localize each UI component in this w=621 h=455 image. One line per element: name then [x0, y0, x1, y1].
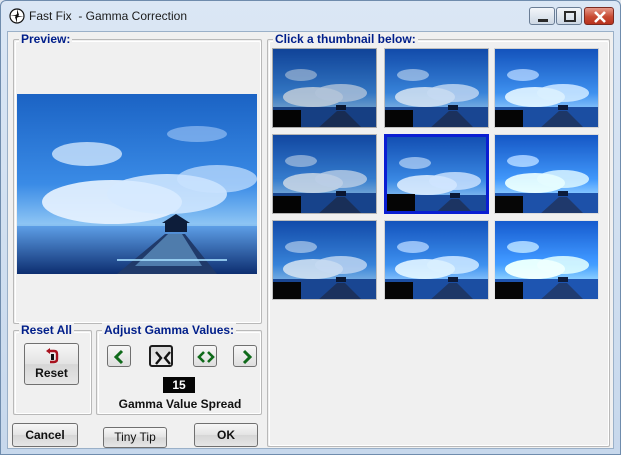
cancel-button-label: Cancel: [25, 428, 65, 442]
thumbnail-3[interactable]: [494, 48, 599, 128]
thumbnail-4[interactable]: [272, 134, 377, 214]
reset-all-group: Reset All Reset: [13, 323, 92, 415]
reset-button-label: Reset: [35, 366, 68, 380]
close-icon: [594, 11, 606, 23]
tiny-tip-button-label: Tiny Tip: [114, 430, 156, 444]
ok-button-label: OK: [217, 428, 235, 442]
tiny-tip-button[interactable]: Tiny Tip: [103, 427, 167, 448]
increase-gamma-button[interactable]: [233, 345, 257, 367]
gamma-correction-window: Fast Fix - Gamma Correction Preview: Cli…: [0, 0, 621, 455]
thumbnail-8[interactable]: [384, 220, 489, 300]
thumbnail-5[interactable]: [384, 134, 489, 214]
window-title: Fast Fix - Gamma Correction: [29, 9, 188, 23]
reset-button[interactable]: Reset: [24, 343, 79, 385]
maximize-button[interactable]: [556, 7, 582, 25]
gamma-spread-value: 15: [163, 377, 195, 393]
thumbnail-9[interactable]: [494, 220, 599, 300]
thumbnail-2[interactable]: [384, 48, 489, 128]
ok-button[interactable]: OK: [194, 423, 258, 447]
thumbnail-overlay: [495, 282, 523, 299]
minimize-icon: [538, 19, 548, 22]
thumbnails-legend: Click a thumbnail below:: [273, 32, 418, 46]
thumbnail-overlay: [385, 282, 413, 299]
widen-spread-button[interactable]: [193, 345, 217, 367]
thumbnail-overlay: [273, 282, 301, 299]
reset-all-legend: Reset All: [19, 323, 74, 337]
thumbnail-6[interactable]: [494, 134, 599, 214]
preview-legend: Preview:: [19, 32, 73, 46]
thumbnail-overlay: [385, 110, 413, 127]
gamma-spread-label: Gamma Value Spread: [118, 397, 242, 411]
arrow-right-icon: [242, 349, 253, 365]
close-button[interactable]: [584, 7, 614, 25]
arrows-outward-icon: [197, 351, 215, 363]
thumbnail-overlay: [273, 196, 301, 213]
maximize-icon: [564, 11, 576, 22]
thumbnail-7[interactable]: [272, 220, 377, 300]
reset-icon: [45, 348, 58, 364]
thumbnails-group: Click a thumbnail below:: [267, 32, 610, 447]
adjust-gamma-group: Adjust Gamma Values: 15 Gamma Value Spre…: [96, 323, 262, 415]
aperture-icon[interactable]: [9, 8, 25, 24]
thumbnail-overlay: [273, 110, 301, 127]
thumbnail-overlay: [495, 110, 523, 127]
title-bar[interactable]: Fast Fix - Gamma Correction: [1, 1, 620, 31]
minimize-button[interactable]: [529, 7, 555, 25]
preview-image: [17, 94, 257, 274]
adjust-gamma-legend: Adjust Gamma Values:: [102, 323, 237, 337]
decrease-gamma-button[interactable]: [107, 345, 131, 367]
arrows-inward-icon: [155, 351, 171, 365]
client-area: Preview: Click a thumbnail below: Reset …: [7, 31, 614, 449]
thumbnail-overlay: [495, 196, 523, 213]
narrow-spread-button[interactable]: [149, 345, 173, 367]
cancel-button[interactable]: Cancel: [12, 423, 78, 447]
preview-group: Preview:: [13, 32, 262, 324]
thumbnail-overlay: [387, 194, 415, 211]
arrow-left-icon: [113, 349, 124, 365]
thumbnail-1[interactable]: [272, 48, 377, 128]
